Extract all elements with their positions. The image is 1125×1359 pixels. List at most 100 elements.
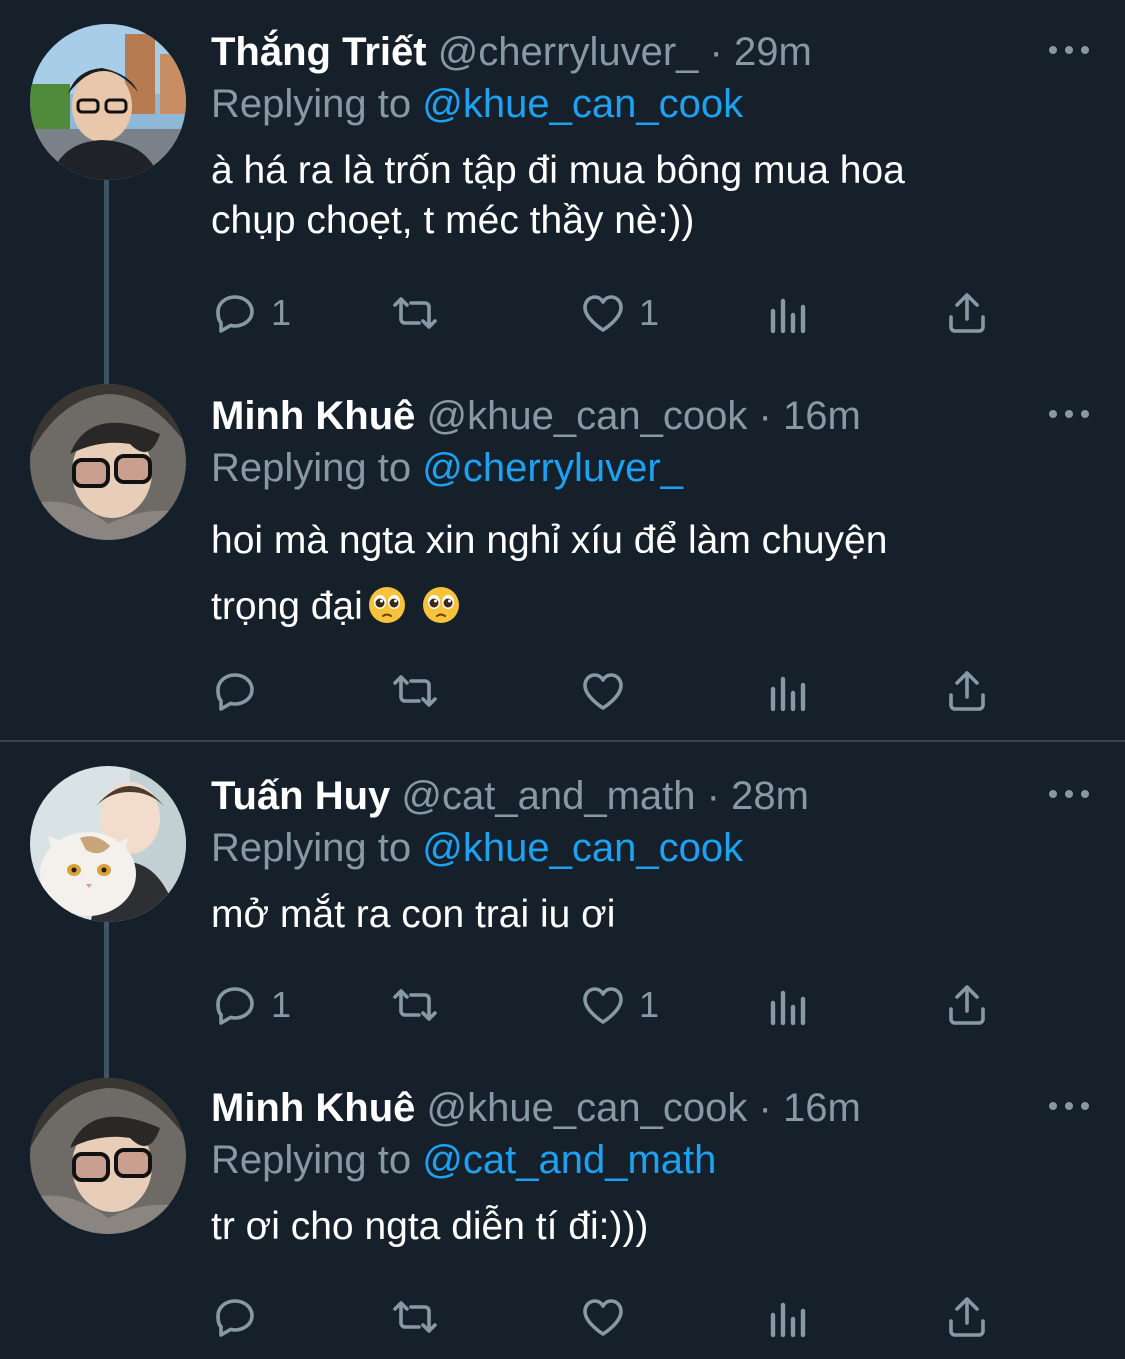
replying-label: Replying to [211,826,412,870]
tweet-text-line: mở mắt ra con trai iu ơi [211,893,616,936]
like-count: 1 [639,292,660,333]
tweet-text-line: tr ơi cho ngta diễn tí đi:))) [211,1205,649,1248]
replying-to: Replying to @khue_can_cook [211,78,743,130]
share-button[interactable] [943,288,991,338]
retweet-button[interactable] [391,288,439,338]
timestamp[interactable]: 16m [783,394,861,438]
more-icon[interactable] [1049,1100,1089,1112]
tweet-text: tr ơi cho ngta diễn tí đi:))) [211,1202,1071,1252]
mention-link[interactable]: @khue_can_cook [422,826,743,870]
display-name[interactable]: Minh Khuê [211,394,415,438]
tweet[interactable]: Minh Khuê @khue_can_cook · 16m Replying … [0,1078,1125,1358]
analytics-icon [770,1302,806,1338]
reply-icon [216,673,254,711]
user-handle[interactable]: @cherryluver_ [438,30,699,74]
retweet-icon [393,297,437,329]
avatar[interactable] [30,766,186,922]
replying-label: Replying to [211,1138,412,1182]
tweet-text-line: hoi mà ngta xin nghỉ xíu để làm chuyện [211,519,888,562]
tweet-text-line: chụp choẹt, t méc thầy nè:)) [211,199,695,242]
timestamp[interactable]: 16m [783,1086,861,1130]
tweet-text: mở mắt ra con trai iu ơi [211,890,1071,940]
like-icon [583,295,623,332]
user-handle[interactable]: @khue_can_cook [427,394,748,438]
separator: · [706,774,720,818]
tweet-header: Minh Khuê @khue_can_cook · 16m [211,390,861,442]
action-bar: 1 1 [211,980,1001,1030]
reply-icon [216,1299,254,1337]
analytics-icon [770,990,806,1026]
share-icon [949,985,985,1025]
like-icon [583,673,623,710]
display-name[interactable]: Thắng Triết [211,30,427,74]
avatar[interactable] [30,1078,186,1234]
analytics-button[interactable] [763,980,811,1030]
tweet[interactable]: Tuấn Huy @cat_and_math · 28m Replying to… [0,766,1125,1078]
thread-line [104,922,109,1078]
tweet-text-line-with-emoji: trọng đại [211,574,1071,640]
action-bar [211,1292,1001,1342]
reply-button[interactable] [211,1292,271,1342]
separator: · [758,1086,772,1130]
avatar[interactable] [30,384,186,540]
mention-link[interactable]: @cat_and_math [422,1138,716,1182]
thread-line [104,180,109,405]
display-name[interactable]: Minh Khuê [211,1086,415,1130]
action-bar: 1 1 [211,288,1001,338]
user-handle[interactable]: @khue_can_cook [427,1086,748,1130]
replying-label: Replying to [211,446,412,490]
share-button[interactable] [943,980,991,1030]
reply-icon [216,295,254,333]
thread-divider [0,740,1125,742]
tweet-text-line: à há ra là trốn tập đi mua bông mua hoa [211,149,905,192]
display-name[interactable]: Tuấn Huy [211,774,390,818]
timestamp[interactable]: 29m [734,30,812,74]
analytics-icon [770,676,806,712]
reply-count: 1 [271,292,292,333]
tweet-text: hoi mà ngta xin nghỉ xíu để làm chuyện t… [211,508,1071,640]
mention-link[interactable]: @khue_can_cook [422,82,743,126]
replying-to: Replying to @khue_can_cook [211,822,743,874]
more-icon[interactable] [1049,788,1089,800]
share-icon [949,1297,985,1337]
retweet-button[interactable] [391,666,439,716]
tweet[interactable]: Thắng Triết @cherryluver_ · 29m Replying… [0,20,1125,405]
user-handle[interactable]: @cat_and_math [401,774,695,818]
reply-button[interactable] [211,666,271,716]
like-button[interactable] [579,1292,639,1342]
timestamp[interactable]: 28m [731,774,809,818]
reply-count: 1 [271,984,292,1025]
share-icon [949,293,985,333]
avatar[interactable] [30,24,186,180]
share-icon [949,671,985,711]
pleading-face-emoji [422,587,459,623]
retweet-button[interactable] [391,980,439,1030]
tweet-header: Thắng Triết @cherryluver_ · 29m [211,26,812,78]
tweet[interactable]: Minh Khuê @khue_can_cook · 16m Replying … [0,384,1125,724]
like-button[interactable] [579,666,639,716]
like-button[interactable]: 1 [579,980,659,1030]
more-icon[interactable] [1049,44,1089,56]
analytics-icon [770,298,806,334]
retweet-icon [393,1301,437,1333]
separator: · [709,30,723,74]
share-button[interactable] [943,1292,991,1342]
retweet-button[interactable] [391,1292,439,1342]
mention-link[interactable]: @cherryluver_ [422,446,683,490]
analytics-button[interactable] [763,1292,811,1342]
tweet-text: à há ra là trốn tập đi mua bông mua hoa … [211,146,1071,246]
more-icon[interactable] [1049,408,1089,420]
analytics-button[interactable] [763,666,811,716]
like-icon [583,1299,623,1336]
retweet-icon [393,675,437,707]
replying-to: Replying to @cat_and_math [211,1134,716,1186]
action-bar [211,666,1001,716]
like-icon [583,987,623,1024]
reply-button[interactable]: 1 [211,980,291,1030]
reply-button[interactable]: 1 [211,288,291,338]
like-count: 1 [639,984,660,1025]
tweet-text-line: trọng đại [211,585,363,628]
analytics-button[interactable] [763,288,811,338]
share-button[interactable] [943,666,991,716]
like-button[interactable]: 1 [579,288,659,338]
